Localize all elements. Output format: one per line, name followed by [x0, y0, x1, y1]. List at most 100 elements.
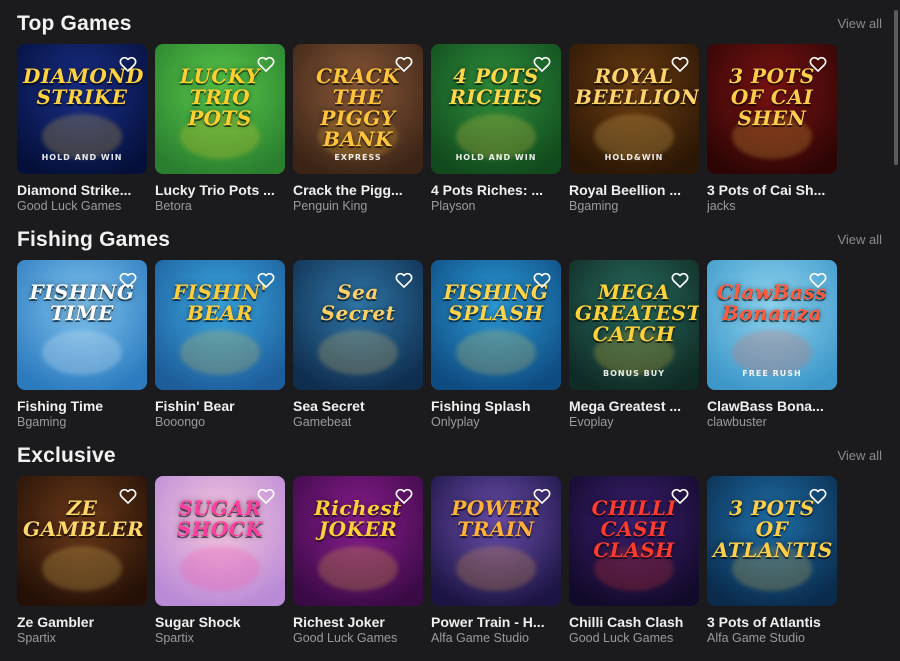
- game-provider: Evoplay: [569, 415, 614, 429]
- game-thumbnail[interactable]: CHILLI CASH CLASH: [569, 476, 699, 606]
- game-card[interactable]: 4 POTS RICHES HOLD AND WIN 4 Pots Riches: …: [431, 44, 561, 213]
- game-provider: Bgaming: [569, 199, 619, 213]
- game-card[interactable]: DIAMOND STRIKE HOLD AND WIN Diamond Strike…: [17, 44, 147, 213]
- game-card[interactable]: CRACK THE PIGGY BANK EXPRESS Crack the Pig…: [293, 44, 423, 213]
- game-card[interactable]: SUGAR SHOCK Sugar Shock Spartix: [155, 476, 285, 645]
- game-art-subtitle: EXPRESS: [334, 153, 382, 162]
- game-thumbnail[interactable]: 3 POTS OF CAI SHEN: [707, 44, 837, 174]
- game-provider: Bgaming: [17, 415, 67, 429]
- game-card[interactable]: CHILLI CASH CLASH Chilli Cash Clash Good L…: [569, 476, 699, 645]
- game-name[interactable]: Sea Secret: [293, 398, 423, 414]
- game-thumbnail[interactable]: DIAMOND STRIKE HOLD AND WIN: [17, 44, 147, 174]
- game-thumbnail[interactable]: POWER TRAIN: [431, 476, 561, 606]
- game-name[interactable]: Fishing Splash: [431, 398, 561, 414]
- heart-outline-icon[interactable]: [256, 270, 276, 290]
- game-card[interactable]: Sea Secret Sea Secret Gamebeat: [293, 260, 423, 429]
- game-thumbnail[interactable]: FISHIN' BEAR: [155, 260, 285, 390]
- game-thumbnail[interactable]: ClawBass Bonanza FREE RUSH: [707, 260, 837, 390]
- scrollbar-thumb[interactable]: [894, 10, 898, 165]
- game-card[interactable]: LUCKY TRIO POTS Lucky Trio Pots ... Betora: [155, 44, 285, 213]
- heart-outline-icon[interactable]: [118, 486, 138, 506]
- game-art-subtitle: HOLD&WIN: [604, 153, 664, 162]
- game-name[interactable]: 3 Pots of Cai Sh...: [707, 182, 837, 198]
- view-all-link[interactable]: View all: [837, 16, 882, 31]
- heart-outline-icon[interactable]: [256, 54, 276, 74]
- game-provider: clawbuster: [707, 415, 767, 429]
- game-provider: Gamebeat: [293, 415, 352, 429]
- heart-outline-icon[interactable]: [808, 54, 828, 74]
- thumbnail-glow: [318, 546, 398, 591]
- game-name[interactable]: 3 Pots of Atlantis: [707, 614, 837, 630]
- game-name[interactable]: Richest Joker: [293, 614, 423, 630]
- game-name[interactable]: Power Train - H...: [431, 614, 561, 630]
- game-thumbnail[interactable]: ZE GAMBLER: [17, 476, 147, 606]
- game-card[interactable]: ClawBass Bonanza FREE RUSH ClawBass Bona..…: [707, 260, 837, 429]
- game-thumbnail[interactable]: 3 POTS OF ATLANTIS: [707, 476, 837, 606]
- section-title: Fishing Games: [17, 228, 171, 251]
- heart-outline-icon[interactable]: [670, 54, 690, 74]
- game-name[interactable]: Sugar Shock: [155, 614, 285, 630]
- game-thumbnail[interactable]: LUCKY TRIO POTS: [155, 44, 285, 174]
- heart-outline-icon[interactable]: [532, 54, 552, 74]
- game-thumbnail[interactable]: 4 POTS RICHES HOLD AND WIN: [431, 44, 561, 174]
- game-art-subtitle: HOLD AND WIN: [41, 153, 123, 162]
- game-card[interactable]: ZE GAMBLER Ze Gambler Spartix: [17, 476, 147, 645]
- game-thumbnail[interactable]: FISHING TIME: [17, 260, 147, 390]
- game-card[interactable]: FISHING TIME Fishing Time Bgaming: [17, 260, 147, 429]
- heart-outline-icon[interactable]: [394, 54, 414, 74]
- game-art-title: CRACK THE PIGGY BANK: [316, 64, 400, 151]
- game-thumbnail[interactable]: Richest JOKER: [293, 476, 423, 606]
- heart-outline-icon[interactable]: [670, 270, 690, 290]
- game-provider: Onlyplay: [431, 415, 480, 429]
- game-card[interactable]: POWER TRAIN Power Train - H... Alfa Game S…: [431, 476, 561, 645]
- game-card[interactable]: 3 POTS OF ATLANTIS 3 Pots of Atlantis Alfa…: [707, 476, 837, 645]
- game-name[interactable]: Fishin' Bear: [155, 398, 285, 414]
- game-name[interactable]: Royal Beellion ...: [569, 182, 699, 198]
- section-title: Top Games: [17, 12, 132, 35]
- section-fishing-games: Fishing Games View all FISHING TIME Fishing…: [0, 224, 900, 434]
- game-thumbnail[interactable]: Sea Secret: [293, 260, 423, 390]
- game-name[interactable]: Mega Greatest ...: [569, 398, 699, 414]
- game-provider: Betora: [155, 199, 192, 213]
- heart-outline-icon[interactable]: [394, 270, 414, 290]
- game-name[interactable]: ClawBass Bona...: [707, 398, 837, 414]
- section-top-games: Top Games View all DIAMOND STRIKE HOLD AND …: [0, 8, 900, 218]
- game-provider: Alfa Game Studio: [707, 631, 805, 645]
- view-all-link[interactable]: View all: [837, 448, 882, 463]
- game-art-title: MEGA GREATEST CATCH: [575, 280, 699, 346]
- heart-outline-icon[interactable]: [670, 486, 690, 506]
- game-thumbnail[interactable]: SUGAR SHOCK: [155, 476, 285, 606]
- game-thumbnail[interactable]: CRACK THE PIGGY BANK EXPRESS: [293, 44, 423, 174]
- game-thumbnail[interactable]: ROYAL BEELLION HOLD&WIN: [569, 44, 699, 174]
- game-name[interactable]: Diamond Strike...: [17, 182, 147, 198]
- heart-outline-icon[interactable]: [256, 486, 276, 506]
- thumbnail-glow: [456, 546, 536, 591]
- game-thumbnail[interactable]: FISHING SPLASH: [431, 260, 561, 390]
- heart-outline-icon[interactable]: [808, 270, 828, 290]
- heart-outline-icon[interactable]: [394, 486, 414, 506]
- game-card[interactable]: ROYAL BEELLION HOLD&WIN Royal Beellion ...…: [569, 44, 699, 213]
- view-all-link[interactable]: View all: [837, 232, 882, 247]
- game-thumbnail[interactable]: MEGA GREATEST CATCH BONUS BUY: [569, 260, 699, 390]
- heart-outline-icon[interactable]: [118, 54, 138, 74]
- game-name[interactable]: Crack the Pigg...: [293, 182, 423, 198]
- game-card[interactable]: FISHING SPLASH Fishing Splash Onlyplay: [431, 260, 561, 429]
- game-provider: Alfa Game Studio: [431, 631, 529, 645]
- game-card[interactable]: 3 POTS OF CAI SHEN 3 Pots of Cai Sh... jac…: [707, 44, 837, 213]
- game-name[interactable]: Chilli Cash Clash: [569, 614, 699, 630]
- game-provider: Spartix: [155, 631, 194, 645]
- game-art-subtitle: BONUS BUY: [602, 369, 666, 378]
- game-card[interactable]: FISHIN' BEAR Fishin' Bear Booongo: [155, 260, 285, 429]
- game-name[interactable]: Lucky Trio Pots ...: [155, 182, 285, 198]
- game-name[interactable]: 4 Pots Riches: ...: [431, 182, 561, 198]
- heart-outline-icon[interactable]: [532, 270, 552, 290]
- game-provider: Good Luck Games: [569, 631, 674, 645]
- game-art-title: 3 POTS OF CAI SHEN: [729, 64, 815, 130]
- game-card[interactable]: Richest JOKER Richest Joker Good Luck Game…: [293, 476, 423, 645]
- game-name[interactable]: Ze Gambler: [17, 614, 147, 630]
- heart-outline-icon[interactable]: [808, 486, 828, 506]
- game-name[interactable]: Fishing Time: [17, 398, 147, 414]
- game-card[interactable]: MEGA GREATEST CATCH BONUS BUY Mega Greates…: [569, 260, 699, 429]
- heart-outline-icon[interactable]: [118, 270, 138, 290]
- heart-outline-icon[interactable]: [532, 486, 552, 506]
